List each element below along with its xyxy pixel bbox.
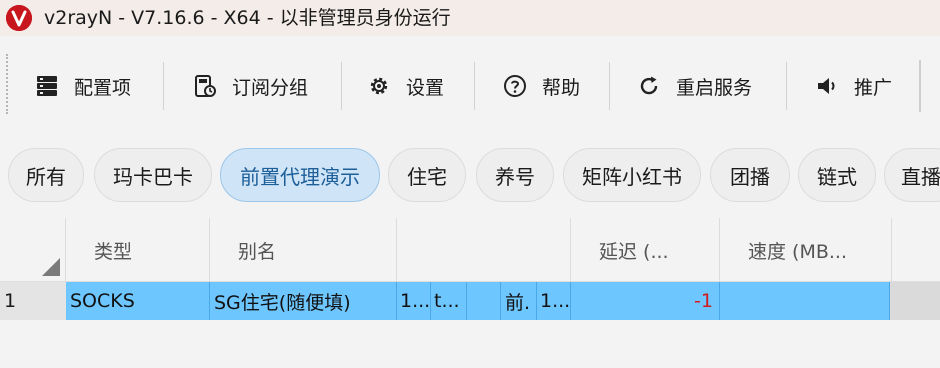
toolbar-grip[interactable] <box>6 54 8 114</box>
help-button[interactable]: 帮助 <box>502 66 580 106</box>
cell-address: 1... <box>397 282 431 320</box>
app-window: v2rayN - V7.16.6 - X64 - 以非管理员身份运行 配置项 订… <box>0 0 940 368</box>
subscription-icon <box>192 73 218 99</box>
column-header-delay[interactable]: 延迟 (... <box>571 218 720 282</box>
restart-service-label: 重启服务 <box>676 76 753 99</box>
row-filler <box>890 282 940 320</box>
toolbar-overflow-edge <box>919 60 921 112</box>
tab-makabaka[interactable]: 玛卡巴卡 <box>94 148 212 202</box>
group-tabs: 所有 玛卡巴卡 前置代理演示 住宅 养号 矩阵小红书 团播 链式 直播 <box>0 132 940 218</box>
subscription-group-label: 订阅分组 <box>232 76 309 99</box>
tab-matrix-xiaohongshu[interactable]: 矩阵小红书 <box>563 148 701 202</box>
gear-icon <box>366 73 392 99</box>
settings-label: 设置 <box>406 76 445 99</box>
toolbar-separator <box>474 62 475 110</box>
tab-account-nurturing[interactable]: 养号 <box>476 148 554 202</box>
cell-speed <box>720 282 890 320</box>
column-header-alias[interactable]: 别名 <box>210 218 397 282</box>
tab-front-proxy-demo[interactable]: 前置代理演示 <box>220 148 380 202</box>
grid-header: 类型 别名 延迟 (... 速度 (MB... <box>0 218 940 282</box>
settings-button[interactable]: 设置 <box>366 66 444 106</box>
cell-prefix: 前. <box>501 282 537 320</box>
row-index: 1 <box>0 282 66 320</box>
cell-transport: t... <box>431 282 467 320</box>
megaphone-icon <box>814 73 840 99</box>
window-title: v2rayN - V7.16.6 - X64 - 以非管理员身份运行 <box>44 7 451 29</box>
toolbar-separator <box>341 62 342 110</box>
column-header-speed[interactable]: 速度 (MB... <box>720 218 892 282</box>
server-icon <box>34 73 60 99</box>
main-toolbar: 配置项 订阅分组 设置 帮助 重启服务 推广 <box>0 40 940 126</box>
profiles-button[interactable]: 配置项 <box>34 66 131 106</box>
cell-port: 1... <box>537 282 571 320</box>
cell-alias: SG住宅(随便填) <box>210 282 397 320</box>
help-icon <box>502 73 528 99</box>
cell-type: SOCKS <box>66 282 210 320</box>
tab-group-broadcast[interactable]: 团播 <box>710 148 790 202</box>
title-bar: v2rayN - V7.16.6 - X64 - 以非管理员身份运行 <box>0 0 940 36</box>
subscription-group-button[interactable]: 订阅分组 <box>192 66 308 106</box>
v2rayn-logo-icon <box>6 5 32 31</box>
profiles-label: 配置项 <box>74 76 132 99</box>
table-row[interactable]: 1 SOCKS SG住宅(随便填) 1... t... 前. 1... -1 <box>0 282 940 320</box>
tab-live[interactable]: 直播 <box>884 148 940 202</box>
toolbar-separator <box>609 62 610 110</box>
restart-service-button[interactable]: 重启服务 <box>636 66 752 106</box>
tab-chain[interactable]: 链式 <box>798 148 876 202</box>
select-all-triangle-icon <box>42 258 60 276</box>
restart-icon <box>636 73 662 99</box>
tab-all[interactable]: 所有 <box>8 148 84 202</box>
toolbar-separator <box>163 62 164 110</box>
cell-empty <box>467 282 501 320</box>
promotion-button[interactable]: 推广 <box>814 66 892 106</box>
promotion-label: 推广 <box>854 76 893 99</box>
tab-residential[interactable]: 住宅 <box>388 148 466 202</box>
server-list-grid: 类型 别名 延迟 (... 速度 (MB... 1 SOCKS SG住宅(随便填… <box>0 218 940 368</box>
toolbar-separator <box>786 62 787 110</box>
column-header-hidden[interactable] <box>397 218 571 282</box>
select-all-corner[interactable] <box>0 218 66 282</box>
cell-delay: -1 <box>571 282 720 320</box>
column-header-type[interactable]: 类型 <box>66 218 210 282</box>
help-label: 帮助 <box>542 76 581 99</box>
